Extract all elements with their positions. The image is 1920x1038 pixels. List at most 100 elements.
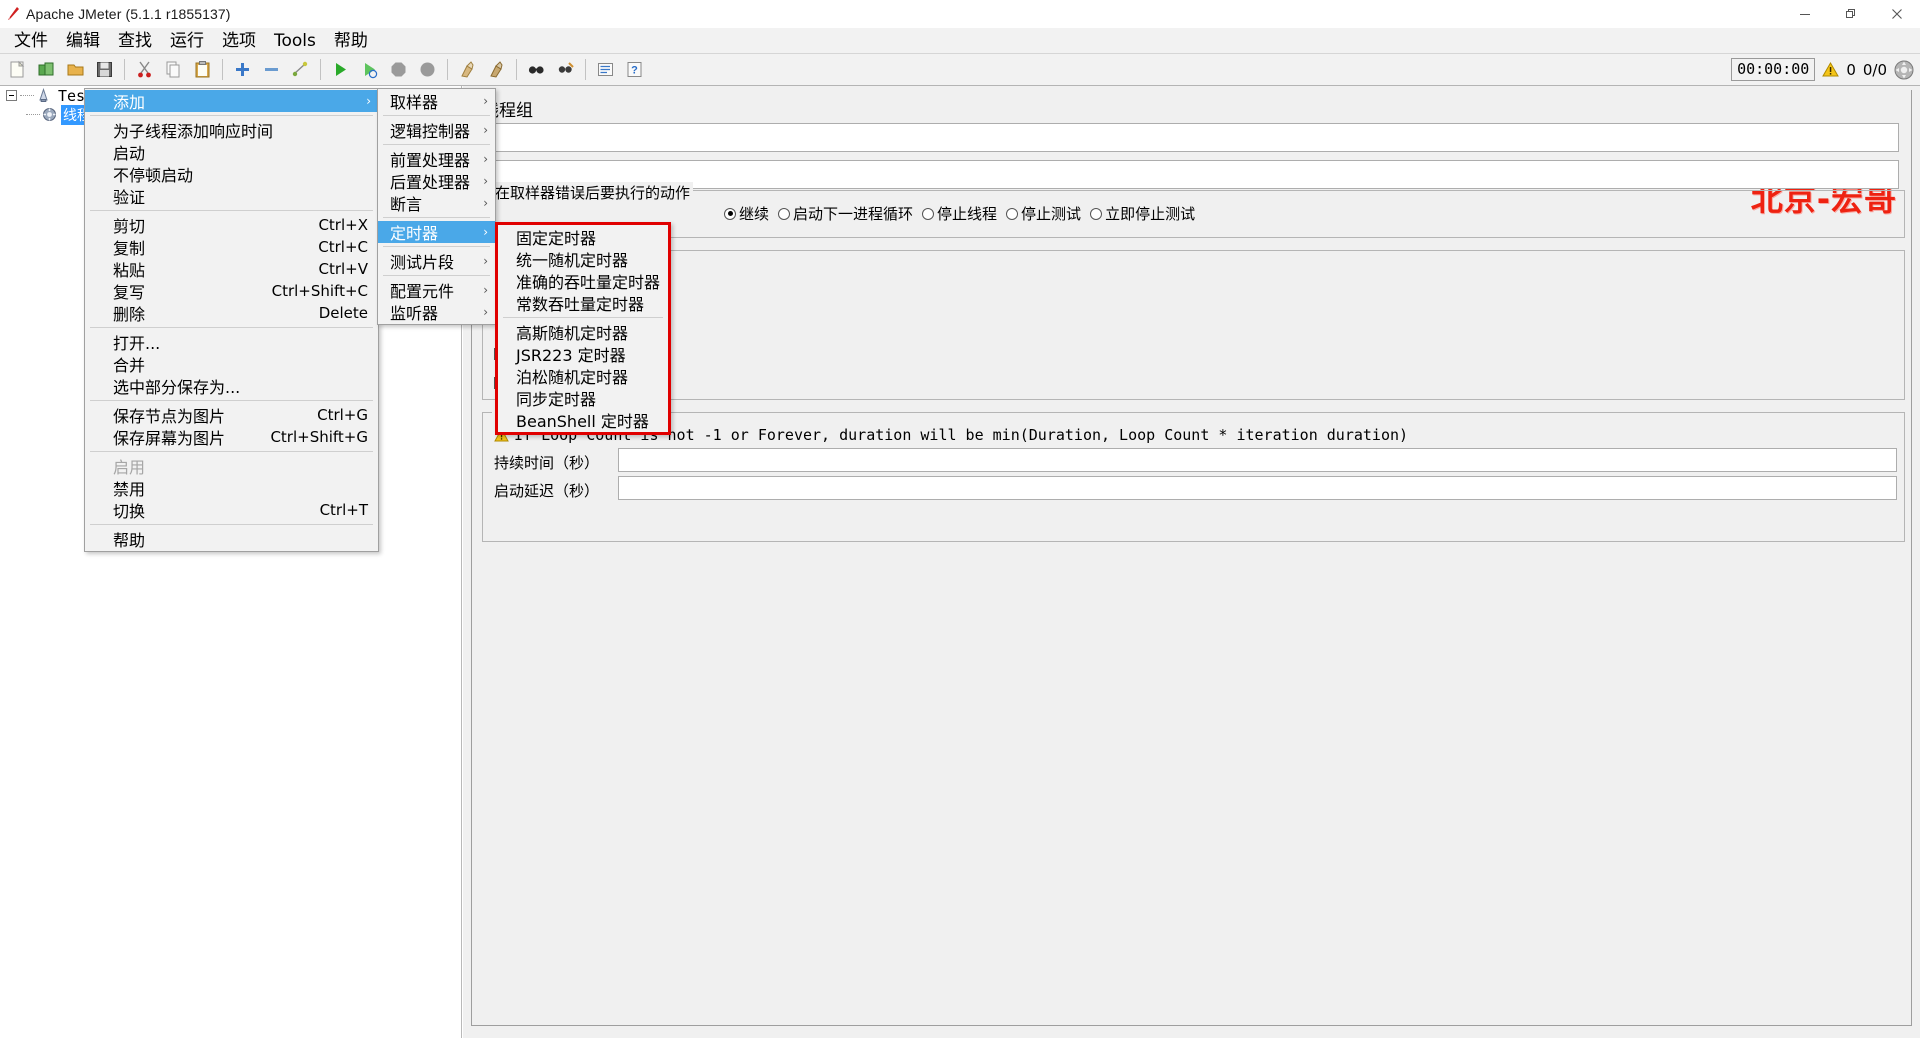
expand-all-icon[interactable] [229, 56, 256, 83]
ctx-open[interactable]: 打开... [85, 331, 378, 353]
clear-all-icon[interactable] [483, 56, 510, 83]
error-action-stop-thread[interactable]: 停止线程 [922, 203, 997, 224]
add-assertion-label: 断言 [390, 191, 422, 215]
ctx-add[interactable]: 添加 › [85, 90, 378, 112]
toggle-icon[interactable] [287, 56, 314, 83]
radio-dot-icon [1090, 208, 1102, 220]
add-sampler[interactable]: 取样器 › [378, 90, 495, 112]
ctx-start-label: 启动 [113, 140, 145, 164]
timer-jsr223[interactable]: JSR223 定时器 [498, 343, 668, 365]
menubar-file[interactable]: 文件 [5, 28, 57, 54]
ctx-merge[interactable]: 合并 [85, 353, 378, 375]
ctx-delete-label: 删除 [113, 301, 145, 325]
ctx-start-no-pauses[interactable]: 不停顿启动 [85, 163, 378, 185]
editor-inner: 线程组 北京-宏哥 在取样器错误后要执行的动作 继续 启动下一进程循环 [471, 90, 1912, 1026]
start-no-pauses-icon[interactable] [356, 56, 383, 83]
ctx-copy[interactable]: 复制 Ctrl+C [85, 236, 378, 258]
ctx-disable[interactable]: 禁用 [85, 477, 378, 499]
open-icon[interactable] [62, 56, 89, 83]
menubar-tools[interactable]: Tools [265, 28, 325, 54]
ctx-duplicate-accel: Ctrl+Shift+C [228, 282, 368, 300]
close-button[interactable] [1874, 0, 1920, 28]
ctx-save-node-as-image[interactable]: 保存节点为图片 Ctrl+G [85, 404, 378, 426]
timer-uniform-random[interactable]: 统一随机定时器 [498, 248, 668, 270]
connection-status-icon[interactable] [1894, 60, 1914, 80]
menubar-run[interactable]: 运行 [161, 28, 213, 54]
timer-beanshell-label: BeanShell 定时器 [516, 408, 649, 432]
add-test-fragment[interactable]: 测试片段 › [378, 250, 495, 272]
ctx-cut[interactable]: 剪切 Ctrl+X [85, 214, 378, 236]
save-icon[interactable] [91, 56, 118, 83]
timer-constant[interactable]: 固定定时器 [498, 226, 668, 248]
ctx-help-label: 帮助 [113, 527, 145, 551]
start-icon[interactable] [327, 56, 354, 83]
timer-synchronizing[interactable]: 同步定时器 [498, 387, 668, 409]
jmeter-feather-icon [0, 0, 26, 28]
add-pre-processor[interactable]: 前置处理器 › [378, 148, 495, 170]
ctx-toggle[interactable]: 切换 Ctrl+T [85, 499, 378, 521]
function-helper-icon[interactable] [592, 56, 619, 83]
ctx-start[interactable]: 启动 [85, 141, 378, 163]
search-icon[interactable] [523, 56, 550, 83]
ctx-add-label: 添加 [113, 89, 145, 113]
error-action-start-next-loop[interactable]: 启动下一进程循环 [778, 203, 913, 224]
cut-icon[interactable] [131, 56, 158, 83]
ctx-delete[interactable]: 删除 Delete [85, 302, 378, 324]
chevron-right-icon: › [483, 123, 488, 137]
timer-gaussian-random[interactable]: 高斯随机定时器 [498, 321, 668, 343]
add-timer[interactable]: 定时器 › [378, 221, 495, 243]
add-timer-label: 定时器 [390, 220, 438, 244]
timer-poisson-random-label: 泊松随机定时器 [516, 364, 628, 388]
add-logic-controller[interactable]: 逻辑控制器 › [378, 119, 495, 141]
timer-uniform-random-label: 统一随机定时器 [516, 247, 628, 271]
ctx-add-think-times[interactable]: 为子线程添加响应时间 [85, 119, 378, 141]
duration-input[interactable] [618, 448, 1897, 472]
collapse-all-icon[interactable] [258, 56, 285, 83]
add-config-element[interactable]: 配置元件 › [378, 279, 495, 301]
add-listener[interactable]: 监听器 › [378, 301, 495, 323]
ctx-save-screen-as-image[interactable]: 保存屏幕为图片 Ctrl+Shift+G [85, 426, 378, 448]
copy-icon[interactable] [160, 56, 187, 83]
ctx-save-selection-as[interactable]: 选中部分保存为... [85, 375, 378, 397]
error-action-continue[interactable]: 继续 [724, 203, 769, 224]
timer-poisson-random[interactable]: 泊松随机定时器 [498, 365, 668, 387]
comment-field[interactable] [490, 160, 1899, 189]
stop-icon[interactable] [385, 56, 412, 83]
ctx-duplicate[interactable]: 复写 Ctrl+Shift+C [85, 280, 378, 302]
help-icon[interactable]: ? [621, 56, 648, 83]
menubar-options[interactable]: 选项 [213, 28, 265, 54]
ctx-cut-label: 剪切 [113, 213, 145, 237]
add-assertion[interactable]: 断言 › [378, 192, 495, 214]
startup-delay-input[interactable] [618, 476, 1897, 500]
ctx-help[interactable]: 帮助 [85, 528, 378, 550]
thread-group-icon [42, 107, 57, 122]
timer-beanshell[interactable]: BeanShell 定时器 [498, 409, 668, 431]
clear-icon[interactable] [454, 56, 481, 83]
error-action-stop-test-now[interactable]: 立即停止测试 [1090, 203, 1195, 224]
templates-icon[interactable] [33, 56, 60, 83]
error-action-stop-test[interactable]: 停止测试 [1006, 203, 1081, 224]
timer-precise-throughput[interactable]: 准确的吞吐量定时器 [498, 270, 668, 292]
name-field[interactable] [490, 123, 1899, 152]
tree-expand-toggle-icon[interactable] [6, 90, 17, 101]
menubar-search[interactable]: 查找 [109, 28, 161, 54]
menu-separator [90, 400, 373, 401]
new-icon[interactable] [4, 56, 31, 83]
elapsed-time: 00:00:00 [1731, 58, 1815, 81]
menubar-help[interactable]: 帮助 [325, 28, 377, 54]
timer-constant-throughput[interactable]: 常数吞吐量定时器 [498, 292, 668, 314]
shutdown-icon[interactable] [414, 56, 441, 83]
minimize-button[interactable] [1782, 0, 1828, 28]
menu-separator [383, 115, 490, 116]
add-submenu: 取样器 › 逻辑控制器 › 前置处理器 › 后置处理器 › 断言 › 定时器 ›… [377, 88, 496, 325]
add-sampler-label: 取样器 [390, 89, 438, 113]
ctx-paste[interactable]: 粘贴 Ctrl+V [85, 258, 378, 280]
add-post-processor[interactable]: 后置处理器 › [378, 170, 495, 192]
search-reset-icon[interactable] [552, 56, 579, 83]
maximize-button[interactable] [1828, 0, 1874, 28]
menubar-edit[interactable]: 编辑 [57, 28, 109, 54]
menu-separator [90, 115, 373, 116]
add-logic-controller-label: 逻辑控制器 [390, 118, 470, 142]
paste-icon[interactable] [189, 56, 216, 83]
ctx-validate[interactable]: 验证 [85, 185, 378, 207]
